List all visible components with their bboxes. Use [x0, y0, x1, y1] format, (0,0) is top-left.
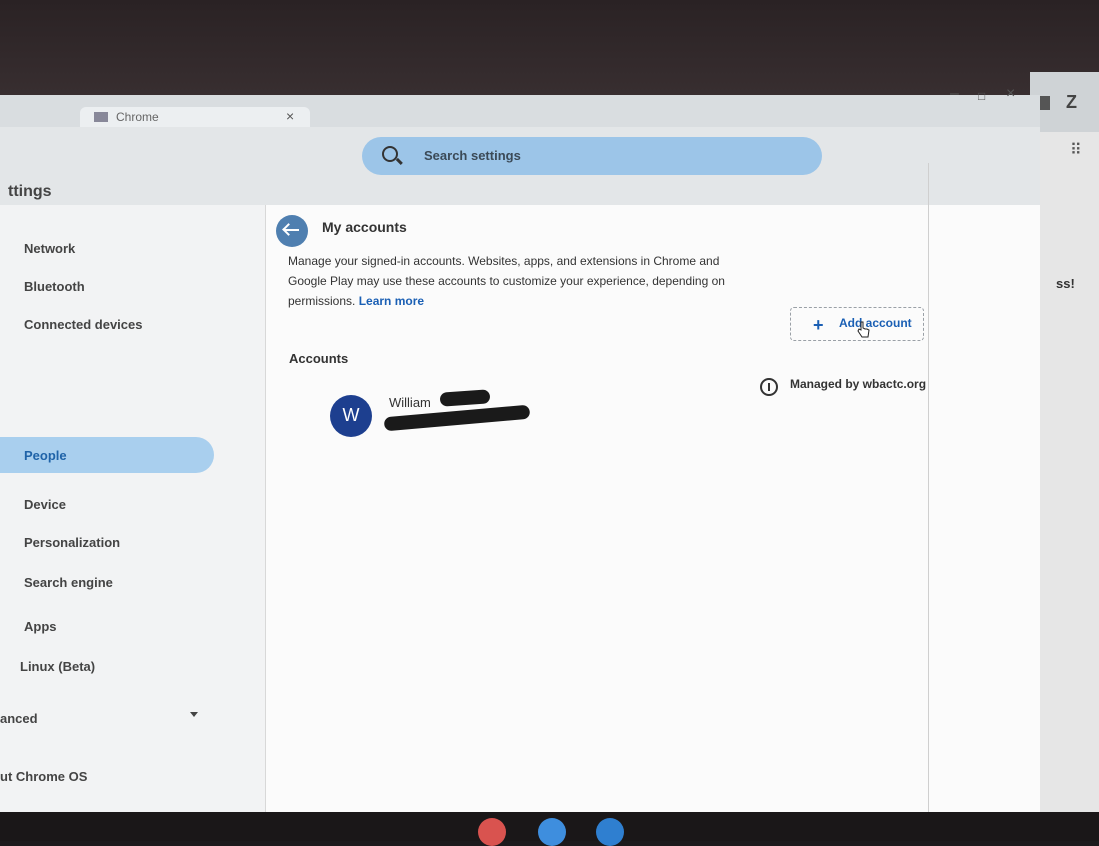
shelf-app-icon[interactable] — [596, 818, 624, 846]
sidebar-item-linux[interactable]: Linux (Beta) — [20, 659, 95, 674]
learn-more-link[interactable]: Learn more — [359, 294, 424, 308]
sidebar-item-bluetooth[interactable]: Bluetooth — [24, 279, 85, 294]
chevron-down-icon[interactable] — [190, 712, 198, 717]
sidebar-item-network[interactable]: Network — [24, 241, 75, 256]
section-heading: My accounts — [322, 219, 407, 235]
avatar-letter: W — [342, 405, 360, 425]
sidebar-item-people[interactable]: People — [24, 448, 67, 463]
background-window — [1030, 72, 1099, 812]
settings-header: Search settings ttings — [0, 127, 1040, 205]
sidebar-divider — [265, 205, 266, 835]
add-account-label: Add account — [839, 316, 912, 330]
sidebar-item-apps[interactable]: Apps — [24, 619, 57, 634]
apps-grid-icon[interactable]: ⠿ — [1070, 140, 1082, 160]
search-settings-box[interactable]: Search settings — [362, 137, 822, 175]
desktop-background — [0, 0, 1099, 110]
background-window-text: ss! — [1056, 276, 1075, 291]
minimize-icon[interactable]: – — [950, 85, 959, 103]
accounts-section-title: Accounts — [289, 351, 349, 366]
settings-window: Chrome × – □ × Search settings ttings Ne… — [0, 85, 1040, 835]
sidebar-about-chrome-os[interactable]: ut Chrome OS — [0, 769, 87, 784]
shelf-app-icon[interactable] — [538, 818, 566, 846]
background-window-letter: Z — [1066, 92, 1077, 112]
browser-tab[interactable]: Chrome × — [80, 107, 310, 127]
sidebar-advanced[interactable]: anced — [0, 711, 38, 726]
search-icon — [382, 146, 398, 162]
redaction-mark — [439, 389, 491, 407]
sidebar-item-personalization[interactable]: Personalization — [24, 535, 120, 550]
managed-by-label: Managed by wbactc.org — [790, 377, 927, 391]
accounts-description: Manage your signed-in accounts. Websites… — [288, 251, 738, 311]
page-title: ttings — [8, 183, 52, 200]
content-divider — [928, 163, 929, 835]
sidebar-item-search-engine[interactable]: Search engine — [24, 575, 113, 590]
search-input[interactable]: Search settings — [424, 148, 521, 163]
close-window-icon[interactable]: × — [1006, 85, 1015, 103]
back-arrow-icon — [284, 229, 299, 231]
maximize-icon[interactable]: □ — [978, 89, 985, 103]
sidebar-item-connected-devices[interactable]: Connected devices — [24, 317, 143, 332]
avatar: W — [330, 395, 372, 437]
account-name: William — [389, 395, 431, 410]
tab-title: Chrome — [116, 110, 159, 124]
plus-icon: + — [813, 315, 824, 335]
tab-favicon-icon — [94, 112, 108, 122]
title-bar: Chrome × – □ × — [0, 85, 1040, 127]
sidebar-item-device[interactable]: Device — [24, 497, 66, 512]
info-icon — [760, 378, 778, 396]
description-text: Manage your signed-in accounts. Websites… — [288, 254, 725, 308]
tab-close-icon[interactable]: × — [286, 108, 294, 124]
shelf-app-icon[interactable] — [478, 818, 506, 846]
hand-cursor-icon — [857, 321, 870, 338]
back-button[interactable] — [276, 215, 308, 247]
settings-sidebar: Network Bluetooth Connected devices Peop… — [0, 205, 265, 835]
